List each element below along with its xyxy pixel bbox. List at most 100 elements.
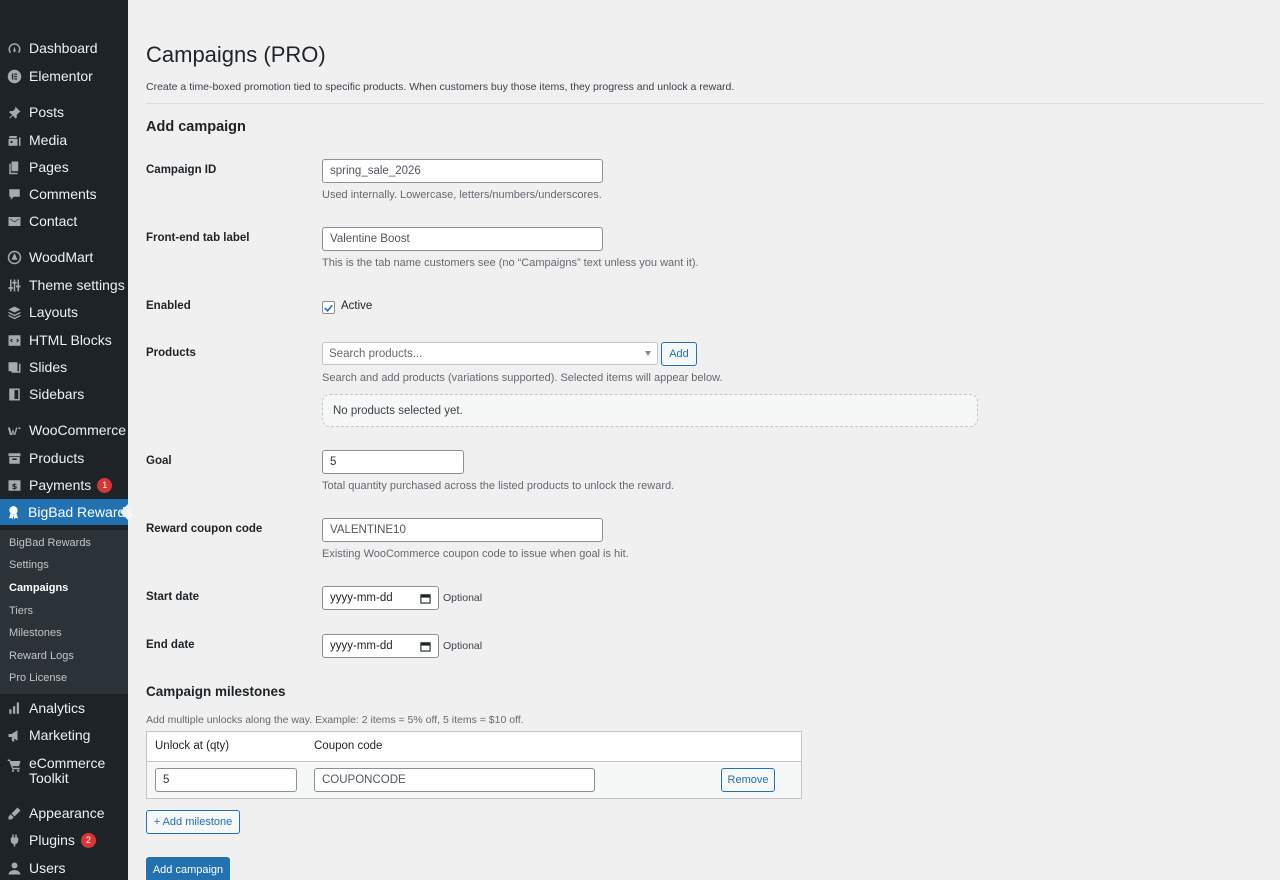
submenu-item-milestones[interactable]: Milestones	[9, 627, 62, 639]
submenu-item-tiers[interactable]: Tiers	[9, 605, 33, 617]
milestone-coupon-input[interactable]	[314, 768, 595, 792]
svg-text:$: $	[11, 480, 17, 490]
menu-ecommerce-toolkit[interactable]: eCommerce Toolkit	[0, 756, 128, 790]
column-header-coupon-code: Coupon code	[314, 740, 383, 752]
menu-contact[interactable]: Contact	[0, 208, 128, 234]
pages-icon	[6, 159, 22, 175]
menu-sidebars[interactable]: Sidebars	[0, 381, 128, 407]
reward-coupon-input[interactable]	[322, 518, 603, 542]
milestone-qty-input[interactable]	[155, 768, 297, 792]
mail-icon	[6, 213, 22, 229]
submenu-item-reward-logs[interactable]: Reward Logs	[9, 650, 74, 662]
milestones-help: Add multiple unlocks along the way. Exam…	[146, 714, 524, 726]
products-help: Search and add products (variations supp…	[322, 372, 723, 384]
product-search-placeholder: Search products...	[329, 347, 423, 360]
submenu-item-settings[interactable]: Settings	[9, 559, 49, 571]
add-campaign-heading: Add campaign	[146, 119, 246, 135]
sliders-icon	[6, 277, 22, 293]
menu-slides[interactable]: Slides	[0, 354, 128, 380]
media-icon	[6, 132, 22, 148]
table-row: Remove	[147, 762, 801, 798]
elementor-icon	[6, 68, 22, 84]
products-label: Products	[146, 347, 196, 359]
menu-elementor[interactable]: Elementor	[0, 63, 128, 89]
menu-marketing[interactable]: Marketing	[0, 722, 128, 748]
menu-label: HTML Blocks	[29, 331, 112, 348]
menu-dashboard[interactable]: Dashboard	[0, 35, 128, 61]
start-date-optional: Optional	[443, 592, 483, 604]
menu-posts[interactable]: Posts	[0, 99, 128, 125]
menu-label: Comments	[29, 185, 97, 202]
menu-label: Analytics	[29, 699, 86, 716]
add-milestone-button[interactable]: + Add milestone	[146, 810, 240, 834]
menu-woocommerce[interactable]: WooCommerce	[0, 417, 128, 443]
menu-bigbad-rewards[interactable]: BigBad Rewards	[0, 499, 132, 525]
menu-comments[interactable]: Comments	[0, 181, 128, 207]
menu-label: Posts	[29, 103, 65, 120]
active-checkbox-label: Active	[341, 300, 373, 312]
menu-pages[interactable]: Pages	[0, 154, 128, 180]
menu-payments[interactable]: $ Payments 1	[0, 472, 128, 498]
selected-products-box: No products selected yet.	[322, 394, 978, 427]
menu-label: Layouts	[29, 303, 79, 320]
goal-input[interactable]	[322, 450, 464, 474]
submenu-bigbad-rewards: BigBad Rewards Settings Campaigns Tiers …	[0, 530, 128, 694]
add-campaign-button[interactable]: Add campaign	[146, 857, 230, 880]
product-search-select[interactable]: Search products...	[322, 342, 658, 365]
menu-products[interactable]: Products	[0, 445, 128, 471]
goal-label: Goal	[146, 455, 172, 467]
add-product-button[interactable]: Add	[661, 342, 697, 366]
end-date-placeholder: yyyy-mm-dd	[330, 640, 393, 652]
active-checkbox[interactable]	[322, 301, 335, 314]
tab-label-input[interactable]	[322, 227, 603, 251]
menu-users[interactable]: Users	[0, 855, 128, 880]
submenu-item-pro-license[interactable]: Pro License	[9, 672, 67, 684]
layers-icon	[6, 304, 22, 320]
reward-coupon-label: Reward coupon code	[146, 523, 263, 535]
brush-icon	[6, 805, 22, 821]
menu-appearance[interactable]: Appearance	[0, 800, 128, 826]
user-icon	[6, 860, 22, 876]
calendar-icon[interactable]	[420, 593, 431, 604]
menu-label: Theme settings	[29, 276, 125, 293]
calendar-icon[interactable]	[420, 641, 431, 652]
bar-chart-icon	[6, 700, 22, 716]
menu-analytics[interactable]: Analytics	[0, 695, 128, 721]
start-date-input[interactable]: yyyy-mm-dd	[322, 586, 439, 610]
menu-woodmart[interactable]: WoodMart	[0, 244, 128, 270]
menu-label: Users	[29, 859, 66, 876]
campaign-id-label: Campaign ID	[146, 164, 217, 176]
remove-milestone-button[interactable]: Remove	[721, 768, 775, 792]
submenu-item-bigbad-rewards[interactable]: BigBad Rewards	[9, 537, 91, 549]
end-date-input[interactable]: yyyy-mm-dd	[322, 634, 439, 658]
menu-label: Media	[29, 131, 68, 148]
menu-label: Payments	[29, 476, 92, 493]
menu-media[interactable]: Media	[0, 127, 128, 153]
check-icon	[324, 304, 333, 312]
megaphone-icon	[6, 727, 22, 743]
dashboard-icon	[6, 40, 22, 56]
menu-html-blocks[interactable]: HTML Blocks	[0, 327, 128, 353]
menu-layouts[interactable]: Layouts	[0, 299, 128, 325]
woodmart-icon	[6, 249, 22, 265]
goal-help: Total quantity purchased across the list…	[322, 480, 675, 492]
menu-label: eCommerce Toolkit	[29, 755, 106, 786]
menu-label: BigBad Rewards	[28, 503, 133, 520]
cart-icon	[6, 757, 22, 773]
main-content: Campaigns (PRO) Create a time-boxed prom…	[146, 0, 1264, 880]
plug-icon	[6, 832, 22, 848]
campaign-id-input[interactable]	[322, 159, 603, 183]
no-products-text: No products selected yet.	[333, 404, 463, 417]
tab-label-label: Front-end tab label	[146, 232, 250, 244]
menu-label: Marketing	[29, 726, 91, 743]
dollar-icon: $	[6, 477, 22, 493]
menu-label: Elementor	[29, 67, 93, 84]
start-date-label: Start date	[146, 591, 200, 603]
menu-label: WoodMart	[29, 248, 94, 265]
menu-theme-settings[interactable]: Theme settings	[0, 272, 128, 298]
divider	[146, 103, 1264, 104]
submenu-item-campaigns[interactable]: Campaigns	[9, 582, 68, 594]
start-date-placeholder: yyyy-mm-dd	[330, 592, 393, 604]
reward-coupon-help: Existing WooCommerce coupon code to issu…	[322, 548, 629, 560]
menu-plugins[interactable]: Plugins 2	[0, 827, 128, 853]
